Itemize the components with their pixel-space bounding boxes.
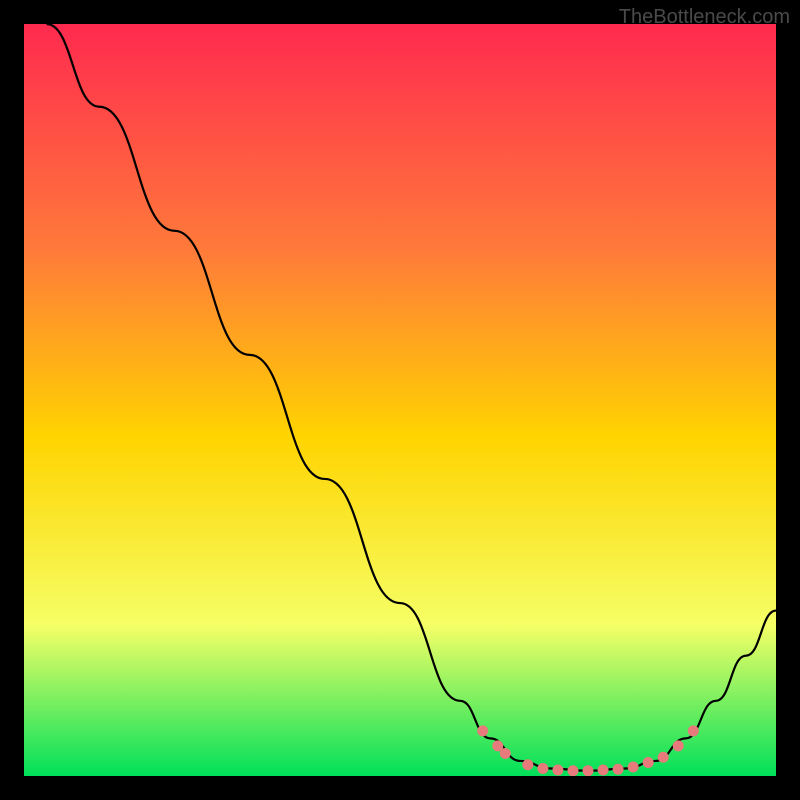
watermark-text: TheBottleneck.com <box>619 6 790 29</box>
chart-container: TheBottleneck.com <box>0 0 800 800</box>
marker-dot <box>688 725 699 736</box>
marker-dot <box>567 765 578 776</box>
marker-dot <box>598 764 609 775</box>
marker-dot <box>552 764 563 775</box>
marker-dot <box>477 725 488 736</box>
marker-dot <box>643 757 654 768</box>
plot-area <box>24 24 776 776</box>
marker-dot <box>658 752 669 763</box>
marker-dot <box>522 759 533 770</box>
marker-dot <box>613 764 624 775</box>
gradient-background <box>24 24 776 776</box>
marker-dot <box>500 748 511 759</box>
marker-dot <box>628 761 639 772</box>
chart-svg <box>24 24 776 776</box>
marker-dot <box>673 740 684 751</box>
marker-dot <box>583 765 594 776</box>
marker-dot <box>537 763 548 774</box>
